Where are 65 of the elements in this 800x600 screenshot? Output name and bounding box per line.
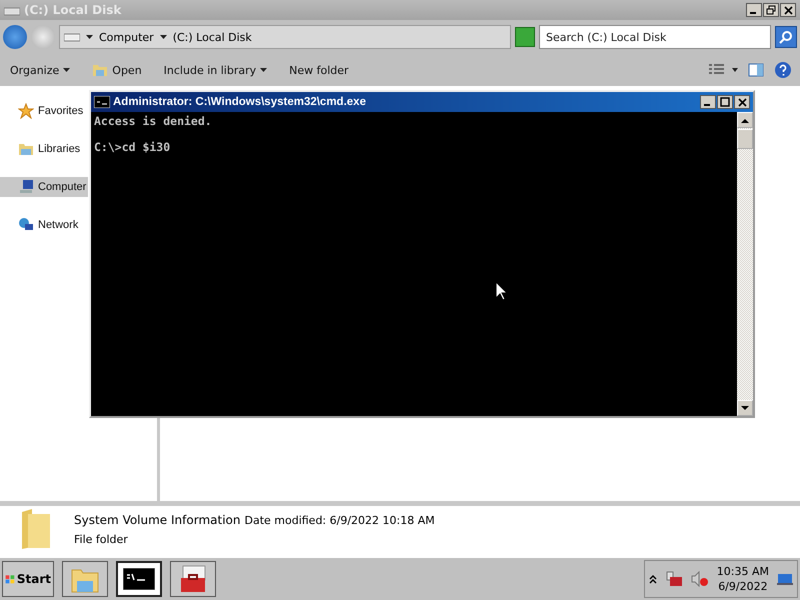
folder-icon <box>92 63 108 77</box>
close-button[interactable] <box>780 3 796 17</box>
sidebar-item[interactable]: Favorites <box>0 101 86 121</box>
sidebar-item[interactable]: Libraries <box>0 139 82 159</box>
caret-icon <box>63 68 70 72</box>
network-icon <box>18 217 34 233</box>
scroll-down-button[interactable] <box>737 400 753 416</box>
console-window[interactable]: Administrator: C:\Windows\system32\cmd.exe Access is denied. C:\>cd $i30 <box>89 90 755 418</box>
window-title: (C:) Local Disk <box>24 3 122 17</box>
network-status-icon[interactable] <box>664 571 683 587</box>
view-options-icon[interactable] <box>708 64 738 76</box>
breadcrumb[interactable]: Computer <box>99 30 154 44</box>
toolbar-menu[interactable]: Organize <box>8 62 72 78</box>
toolbox-icon <box>178 564 208 594</box>
console-line: C:\>cd $i30 <box>94 140 170 154</box>
search-icon <box>779 30 793 44</box>
taskbar-button[interactable] <box>170 561 216 597</box>
caret-icon <box>160 35 167 39</box>
restore-icon <box>766 5 776 15</box>
search-button[interactable] <box>775 26 797 48</box>
scrollbar-thumb[interactable] <box>737 129 753 149</box>
caret-icon <box>86 35 93 39</box>
console-title: Administrator: C:\Windows\system32\cmd.exe <box>113 96 366 108</box>
maximize-icon <box>720 97 730 107</box>
taskbar-button[interactable] <box>116 561 162 597</box>
scrollbar[interactable] <box>737 112 753 416</box>
close-button[interactable] <box>734 95 750 109</box>
item-type: File folder <box>74 532 129 546</box>
computer-icon <box>18 179 34 195</box>
console-icon <box>123 568 155 590</box>
sidebar-item[interactable]: Computer <box>0 177 88 197</box>
open-button[interactable]: Open <box>90 61 144 79</box>
close-icon <box>784 6 792 14</box>
minimize-button[interactable] <box>746 3 762 17</box>
folder-icon <box>18 141 34 157</box>
minimize-button[interactable] <box>700 95 716 109</box>
chevron-icon[interactable] <box>648 574 657 584</box>
mouse-cursor-icon <box>495 281 507 301</box>
console-line: Access is denied. <box>94 114 212 128</box>
help-icon[interactable] <box>774 61 792 79</box>
address-bar[interactable]: Computer (C:) Local Disk <box>59 25 511 49</box>
back-button[interactable] <box>3 25 27 49</box>
caret-icon <box>260 68 268 72</box>
drive-icon <box>64 32 80 42</box>
close-icon <box>738 98 746 106</box>
date-modified: Date modified: 6/9/2022 10:18 AM <box>244 514 435 526</box>
breadcrumb[interactable]: (C:) Local Disk <box>172 30 252 44</box>
star-icon <box>18 103 34 119</box>
search-field[interactable]: Search (C:) Local Disk <box>539 25 771 49</box>
restore-button[interactable] <box>763 3 779 17</box>
up-arrow-icon <box>741 118 749 122</box>
clock-date[interactable]: 6/9/2022 <box>718 580 768 593</box>
scroll-up-button[interactable] <box>737 112 753 128</box>
clock-time[interactable]: 10:35 AM <box>716 565 769 578</box>
toolbar-button[interactable]: New folder <box>287 62 351 78</box>
maximize-button[interactable] <box>717 95 733 109</box>
muted-speaker-icon[interactable] <box>690 571 709 587</box>
sidebar-item[interactable]: Network <box>0 215 80 235</box>
start-button[interactable]: Start <box>2 561 54 597</box>
down-arrow-icon <box>741 406 749 410</box>
preview-pane-icon[interactable] <box>748 63 764 77</box>
show-desktop-icon[interactable] <box>777 572 793 586</box>
item-name: System Volume Information <box>74 512 240 526</box>
console-icon <box>94 96 110 108</box>
toolbar-menu[interactable]: Include in library <box>162 62 270 78</box>
